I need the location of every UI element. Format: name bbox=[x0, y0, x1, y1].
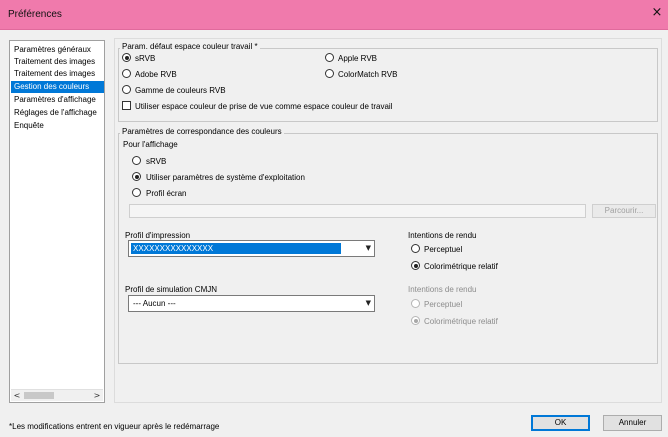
sidebar-item-survey[interactable]: Enquête bbox=[11, 120, 104, 132]
radio-display-screen-profile-label: Profil écran bbox=[146, 189, 187, 198]
cmyk-profile-label: Profil de simulation CMJN bbox=[125, 285, 218, 294]
radio-apple-rgb-label: Apple RVB bbox=[338, 54, 377, 63]
radio-apple-rgb[interactable] bbox=[325, 53, 334, 62]
print-profile-label: Profil d'impression bbox=[125, 231, 191, 240]
radio-srgb-working[interactable] bbox=[122, 53, 131, 62]
radio-display-srgb[interactable] bbox=[132, 156, 141, 165]
title-bar: Préférences × bbox=[0, 0, 668, 30]
print-profile-select[interactable]: XXXXXXXXXXXXXXX ▼ bbox=[128, 240, 375, 257]
horizontal-scrollbar[interactable]: < > bbox=[11, 389, 103, 401]
dialog-body: Paramètres généraux Traitement des image… bbox=[0, 30, 668, 437]
display-heading: Pour l'affichage bbox=[123, 140, 178, 149]
use-capture-colorspace-checkbox[interactable] bbox=[122, 101, 131, 110]
restart-note: *Les modifications entrent en vigueur ap… bbox=[9, 422, 220, 431]
sidebar-item-general[interactable]: Paramètres généraux bbox=[11, 44, 104, 56]
color-management-panel: Param. défaut espace couleur travail * s… bbox=[114, 38, 662, 403]
ok-button[interactable]: OK bbox=[531, 415, 590, 431]
radio-print-relative-label: Colorimétrique relatif bbox=[424, 262, 498, 271]
sidebar-item-display-settings[interactable]: Paramètres d'affichage bbox=[11, 94, 104, 106]
radio-display-os-settings[interactable] bbox=[132, 172, 141, 181]
radio-print-relative[interactable] bbox=[411, 261, 420, 270]
sidebar-item-color-management[interactable]: Gestion des couleurs bbox=[11, 81, 104, 93]
radio-colormatch-rgb[interactable] bbox=[325, 69, 334, 78]
radio-colormatch-rgb-label: ColorMatch RVB bbox=[338, 70, 398, 79]
radio-gamut-rgb-label: Gamme de couleurs RVB bbox=[135, 86, 226, 95]
print-profile-value: XXXXXXXXXXXXXXX bbox=[131, 243, 341, 254]
working-space-group-label: Param. défaut espace couleur travail * bbox=[120, 42, 260, 51]
cmyk-profile-value: --- Aucun --- bbox=[133, 299, 176, 308]
radio-gamut-rgb[interactable] bbox=[122, 85, 131, 94]
radio-cmyk-perceptual-label: Perceptuel bbox=[424, 300, 463, 309]
browse-button[interactable]: Parcourir... bbox=[592, 204, 656, 218]
radio-display-screen-profile[interactable] bbox=[132, 188, 141, 197]
sidebar-item-display-adjustments[interactable]: Réglages de l'affichage bbox=[11, 107, 104, 119]
use-capture-colorspace-label: Utiliser espace couleur de prise de vue … bbox=[135, 102, 393, 111]
color-matching-group-label: Paramètres de correspondance des couleur… bbox=[120, 127, 284, 136]
radio-cmyk-perceptual[interactable] bbox=[411, 299, 420, 308]
scrollbar-thumb[interactable] bbox=[24, 392, 54, 399]
radio-print-perceptual-label: Perceptuel bbox=[424, 245, 463, 254]
window-title: Préférences bbox=[8, 9, 62, 20]
sidebar-item-image-processing[interactable]: Traitement des images bbox=[11, 56, 104, 68]
print-intent-heading: Intentions de rendu bbox=[408, 231, 477, 240]
category-list[interactable]: Paramètres généraux Traitement des image… bbox=[9, 40, 105, 403]
radio-adobe-rgb-label: Adobe RVB bbox=[135, 70, 177, 79]
scroll-right-icon[interactable]: > bbox=[91, 390, 103, 402]
sidebar-item-image-processing-2[interactable]: Traitement des images bbox=[11, 68, 104, 80]
close-icon[interactable]: × bbox=[646, 0, 668, 26]
radio-adobe-rgb[interactable] bbox=[122, 69, 131, 78]
radio-srgb-working-label: sRVB bbox=[135, 54, 156, 63]
chevron-down-icon: ▼ bbox=[365, 299, 371, 307]
radio-display-srgb-label: sRVB bbox=[146, 157, 167, 166]
chevron-down-icon: ▼ bbox=[365, 244, 371, 252]
radio-print-perceptual[interactable] bbox=[411, 244, 420, 253]
cancel-button[interactable]: Annuler bbox=[603, 415, 662, 431]
scroll-left-icon[interactable]: < bbox=[11, 390, 23, 402]
cmyk-profile-select[interactable]: --- Aucun --- ▼ bbox=[128, 295, 375, 312]
radio-display-os-settings-label: Utiliser paramètres de système d'exploit… bbox=[146, 173, 305, 182]
radio-cmyk-relative-label: Colorimétrique relatif bbox=[424, 317, 498, 326]
cmyk-intent-heading: Intentions de rendu bbox=[408, 285, 477, 294]
radio-cmyk-relative[interactable] bbox=[411, 316, 420, 325]
screen-profile-path-field[interactable] bbox=[129, 204, 586, 218]
